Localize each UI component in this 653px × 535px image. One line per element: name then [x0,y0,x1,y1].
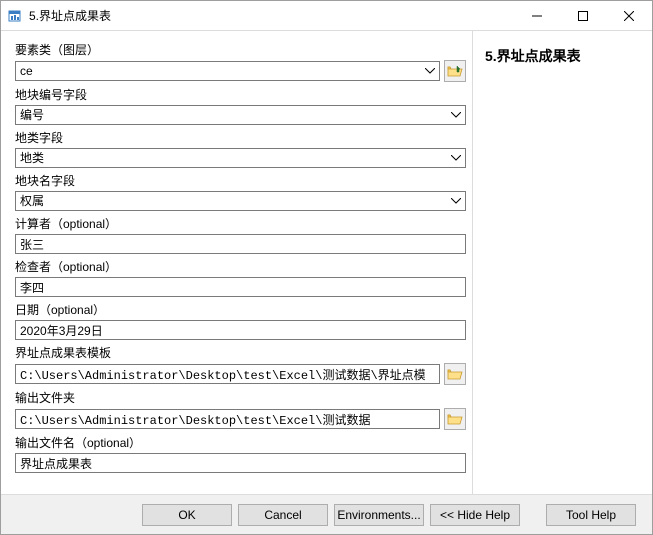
cancel-button[interactable]: Cancel [238,504,328,526]
output-folder-label: 输出文件夹 [15,389,466,406]
folder-open-icon [447,412,463,426]
calculator-field: 计算者（optional） [15,215,466,254]
template-browse-button[interactable] [444,363,466,385]
button-bar: OK Cancel Environments... << Hide Help T… [1,494,652,534]
date-label: 日期（optional） [15,301,466,318]
parcel-number-label: 地块编号字段 [15,86,466,103]
land-type-label: 地类字段 [15,129,466,146]
close-button[interactable] [606,1,652,31]
window-title: 5.界址点成果表 [29,7,514,24]
feature-class-browse-button[interactable] [444,60,466,82]
help-title: 5.界址点成果表 [485,46,640,66]
tool-help-button[interactable]: Tool Help [546,504,636,526]
output-folder-input[interactable] [15,409,440,429]
output-folder-field: 输出文件夹 [15,389,466,430]
parcel-name-label: 地块名字段 [15,172,466,189]
hide-help-button[interactable]: << Hide Help [430,504,520,526]
titlebar: 5.界址点成果表 [1,1,652,31]
template-input[interactable] [15,364,440,384]
checker-input[interactable] [15,277,466,297]
form-panel: 要素类（图层） ce 地块编号字段 [1,31,472,494]
template-field: 界址点成果表模板 [15,344,466,385]
output-filename-input[interactable] [15,453,466,473]
parcel-name-field: 地块名字段 权属 [15,172,466,211]
content-area: 要素类（图层） ce 地块编号字段 [1,31,652,494]
calculator-label: 计算者（optional） [15,215,466,232]
template-label: 界址点成果表模板 [15,344,466,361]
ok-button[interactable]: OK [142,504,232,526]
help-panel: 5.界址点成果表 [472,31,652,494]
checker-field: 检查者（optional） [15,258,466,297]
app-icon [7,8,23,24]
land-type-select[interactable]: 地类 [15,148,466,168]
minimize-button[interactable] [514,1,560,31]
calculator-input[interactable] [15,234,466,254]
window-controls [514,1,652,30]
output-filename-label: 输出文件名（optional） [15,434,466,451]
maximize-button[interactable] [560,1,606,31]
environments-button[interactable]: Environments... [334,504,424,526]
folder-open-icon [447,64,463,78]
checker-label: 检查者（optional） [15,258,466,275]
date-input[interactable] [15,320,466,340]
land-type-field: 地类字段 地类 [15,129,466,168]
dialog-window: 5.界址点成果表 要素类（图层） ce [0,0,653,535]
parcel-number-select[interactable]: 编号 [15,105,466,125]
date-field: 日期（optional） [15,301,466,340]
output-folder-browse-button[interactable] [444,408,466,430]
feature-class-field: 要素类（图层） ce [15,41,466,82]
parcel-number-field: 地块编号字段 编号 [15,86,466,125]
folder-open-icon [447,367,463,381]
output-filename-field: 输出文件名（optional） [15,434,466,473]
parcel-name-select[interactable]: 权属 [15,191,466,211]
feature-class-label: 要素类（图层） [15,41,466,58]
feature-class-select[interactable]: ce [15,61,440,81]
